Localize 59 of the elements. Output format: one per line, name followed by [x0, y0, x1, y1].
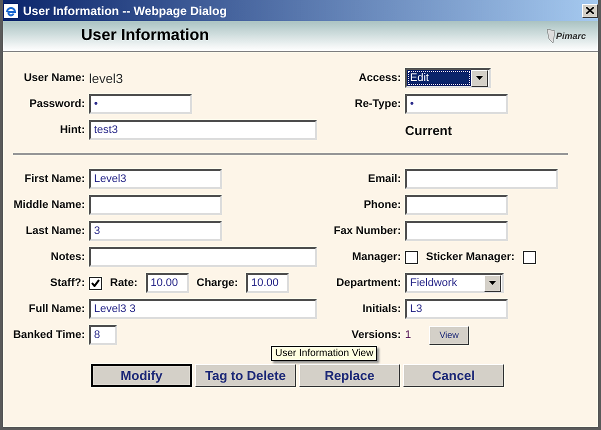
checkbox[interactable]	[89, 276, 102, 290]
window-title: User Information -- Webpage Dialog	[23, 4, 228, 18]
field-label: Full Name:	[28, 303, 85, 315]
input-field[interactable]: 10.00	[146, 273, 189, 293]
field-label: Hint:	[58, 124, 85, 136]
field-label: Password:	[28, 98, 85, 110]
input-field[interactable]: Level3 3	[89, 299, 317, 319]
field-label: Department:	[335, 277, 401, 289]
input-field[interactable]: 3	[89, 221, 222, 241]
user-name-value: level3	[89, 70, 123, 86]
tooltip: User Information View	[271, 346, 378, 360]
field-label: Access:	[358, 72, 401, 84]
field-label: Rate:	[110, 277, 138, 289]
dropdown[interactable]: Edit	[405, 68, 491, 88]
input-field[interactable]	[405, 195, 508, 215]
field-label: Middle Name:	[12, 199, 85, 211]
field-label: User Name:	[22, 72, 85, 84]
input-field[interactable]	[405, 169, 558, 189]
field-label: Charge:	[196, 277, 238, 289]
section-heading: Current	[405, 122, 452, 138]
input-field[interactable]	[89, 195, 222, 215]
dialog-button[interactable]: Cancel	[403, 364, 504, 387]
field-label: Versions:	[350, 329, 401, 341]
browser-icon	[3, 2, 19, 18]
dropdown[interactable]: Fieldwork	[405, 273, 504, 293]
field-label: Phone:	[362, 199, 401, 211]
field-label: Banked Time:	[12, 329, 85, 341]
field-label: Sticker Manager:	[426, 251, 515, 263]
input-field[interactable]	[405, 221, 508, 241]
view-button[interactable]: View	[429, 326, 470, 344]
dialog-button[interactable]: Tag to Delete	[195, 364, 296, 387]
field-label: Staff?:	[49, 277, 85, 289]
input-field[interactable]: •	[89, 94, 192, 114]
page-title: User Information	[81, 27, 210, 45]
field-label: Last Name:	[24, 225, 85, 237]
input-field[interactable]: test3	[89, 120, 317, 140]
input-field[interactable]: 8	[89, 325, 117, 345]
close-icon	[586, 7, 594, 14]
logo: Pimarc	[546, 29, 586, 43]
field-label: Fax Number:	[332, 225, 401, 237]
input-field[interactable]: 10.00	[246, 273, 290, 293]
checkbox[interactable]	[522, 250, 536, 264]
field-label: Initials:	[361, 303, 401, 315]
checkbox[interactable]	[405, 250, 418, 264]
versions-count: 1	[405, 329, 412, 341]
input-field[interactable]	[89, 247, 317, 267]
close-button[interactable]	[582, 4, 598, 18]
input-field[interactable]: Level3	[89, 169, 222, 189]
field-label: Manager:	[351, 251, 401, 263]
field-label: Email:	[366, 173, 401, 185]
dialog-button[interactable]: Replace	[299, 364, 400, 387]
caret-icon	[489, 281, 496, 285]
caret-icon	[476, 76, 483, 80]
input-field[interactable]: L3	[405, 299, 508, 319]
field-label: Notes:	[50, 251, 85, 263]
field-label: Re-Type:	[354, 98, 401, 110]
field-label: First Name:	[23, 173, 85, 185]
dialog-button[interactable]: Modify	[91, 364, 192, 387]
input-field[interactable]: •	[405, 94, 508, 114]
